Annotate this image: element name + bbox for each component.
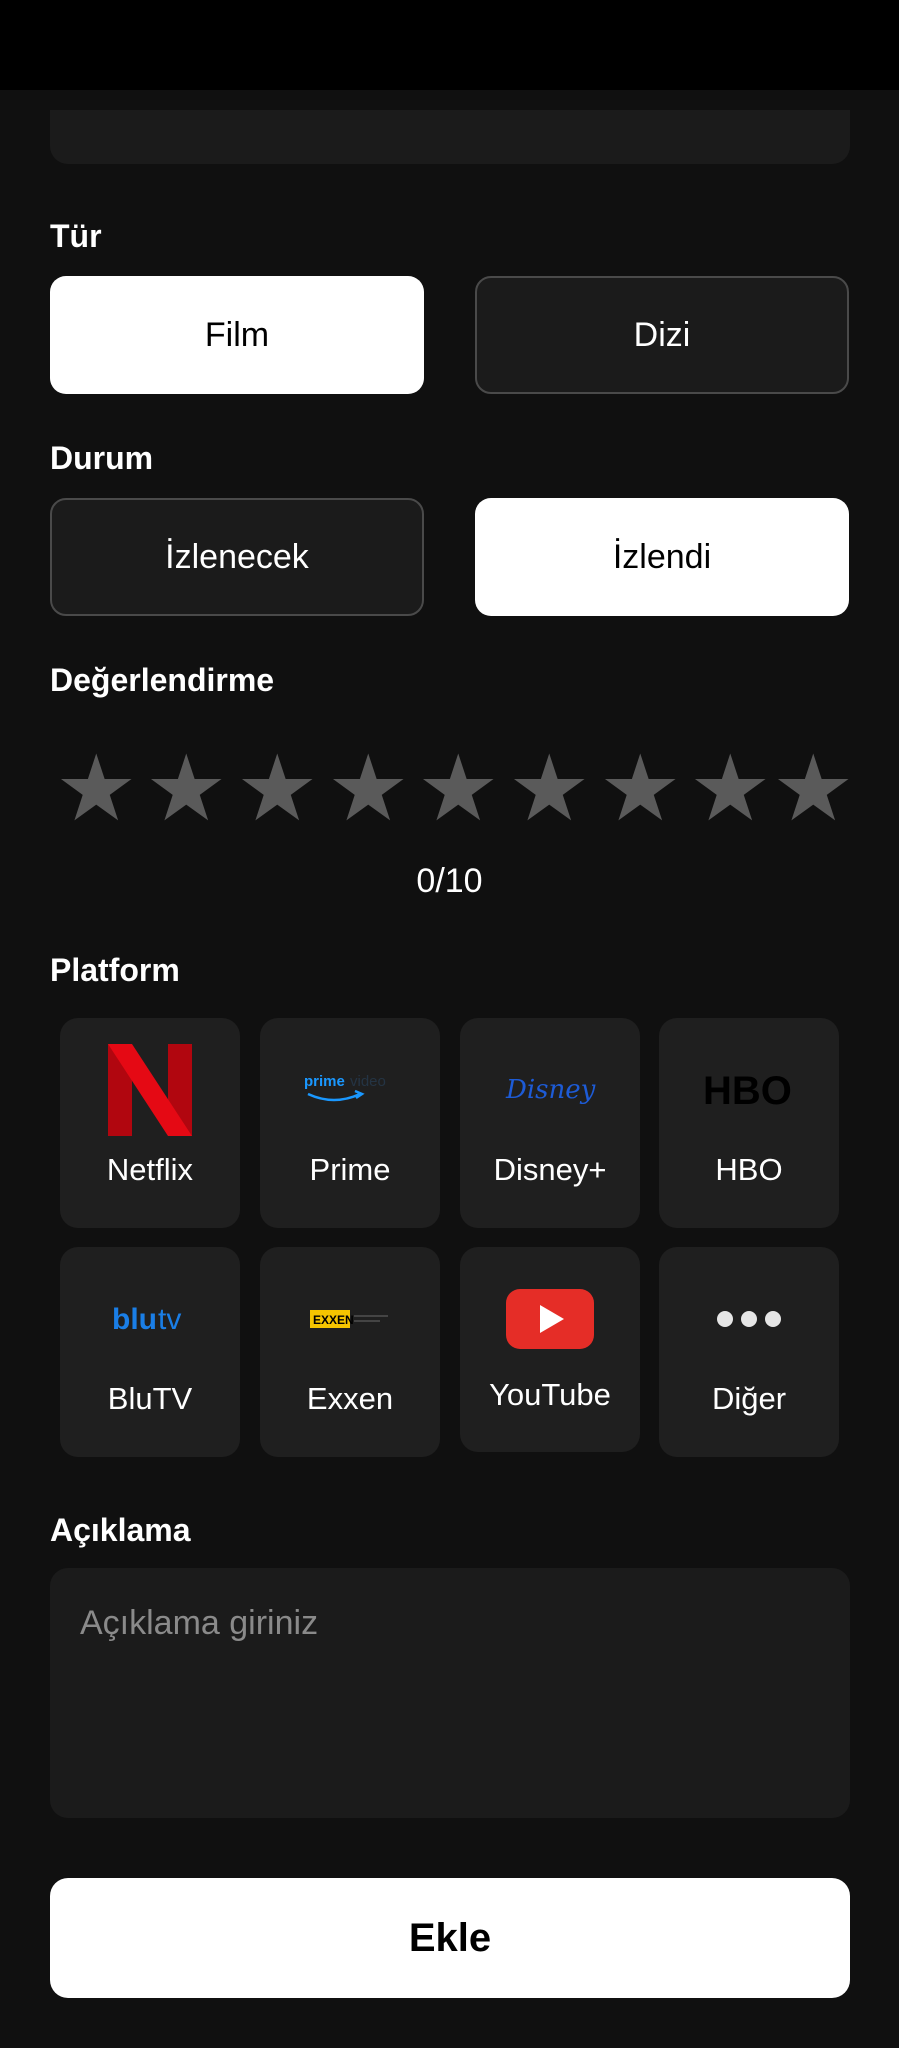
platform-label-youtube: YouTube [489, 1377, 611, 1412]
type-series-button[interactable]: Dizi [475, 276, 849, 394]
youtube-logo-icon [460, 1267, 640, 1371]
svg-text:HBO: HBO [703, 1069, 792, 1112]
status-label: Durum [50, 440, 154, 476]
platform-label-prime: Prime [309, 1152, 391, 1187]
exxen-logo-icon: EXXEN [260, 1267, 440, 1371]
prime-video-logo-icon: prime video [260, 1038, 440, 1142]
status-watched-button[interactable]: İzlendi [475, 498, 849, 616]
rating-value: 0/10 [416, 862, 483, 900]
blutv-logo-icon: blu tv [60, 1267, 240, 1371]
description-field [50, 1568, 850, 1818]
more-icon [659, 1267, 839, 1371]
status-bar [0, 0, 899, 90]
star-1-icon[interactable]: ★ [55, 743, 137, 835]
platform-label-hbo: HBO [715, 1152, 783, 1187]
star-3-icon[interactable]: ★ [236, 743, 318, 835]
add-button[interactable]: Ekle [50, 1878, 850, 1998]
svg-text:prime: prime [304, 1073, 345, 1090]
star-7-icon[interactable]: ★ [599, 743, 681, 835]
svg-text:EXXEN: EXXEN [313, 1313, 354, 1327]
description-input[interactable] [80, 1604, 820, 1782]
star-2-icon[interactable]: ★ [145, 743, 227, 835]
platform-label-exxen: Exxen [306, 1381, 394, 1416]
platform-other[interactable]: Diğer [659, 1247, 839, 1457]
title-input-bottom-edge[interactable] [50, 110, 850, 164]
platform-netflix[interactable]: Netflix [60, 1018, 240, 1228]
star-6-icon[interactable]: ★ [508, 743, 590, 835]
star-9-icon[interactable]: ★ [772, 743, 854, 835]
svg-text:Disney: Disney [505, 1075, 596, 1105]
star-4-icon[interactable]: ★ [327, 743, 409, 835]
platform-label-blutv: BluTV [107, 1381, 193, 1416]
platform-label-netflix: Netflix [106, 1152, 194, 1187]
platform-label-other: Diğer [711, 1381, 787, 1416]
status-to-watch-button[interactable]: İzlenecek [50, 498, 424, 616]
svg-text:blu: blu [112, 1303, 157, 1336]
rating-label: Değerlendirme [50, 662, 275, 698]
star-8-icon[interactable]: ★ [689, 743, 771, 835]
platform-blutv[interactable]: blu tv BluTV [60, 1247, 240, 1457]
platform-hbo[interactable]: HBO HBO [659, 1018, 839, 1228]
platform-label: Platform [50, 952, 180, 988]
type-label: Tür [50, 218, 102, 254]
platform-exxen[interactable]: EXXEN Exxen [260, 1247, 440, 1457]
star-5-icon[interactable]: ★ [417, 743, 499, 835]
platform-youtube[interactable]: YouTube [460, 1247, 640, 1452]
description-label: Açıklama [50, 1512, 191, 1548]
svg-text:video: video [350, 1073, 386, 1090]
rating-stars: ★ ★ ★ ★ ★ ★ ★ ★ ★ [50, 743, 854, 835]
type-film-button[interactable]: Film [50, 276, 424, 394]
disney-logo-icon: Disney [460, 1038, 640, 1142]
svg-text:tv: tv [158, 1303, 181, 1336]
platform-disney[interactable]: Disney Disney+ [460, 1018, 640, 1228]
platform-prime[interactable]: prime video Prime [260, 1018, 440, 1228]
platform-label-disney: Disney+ [493, 1152, 607, 1187]
hbo-logo-icon: HBO [659, 1038, 839, 1142]
netflix-logo-icon [60, 1038, 240, 1142]
